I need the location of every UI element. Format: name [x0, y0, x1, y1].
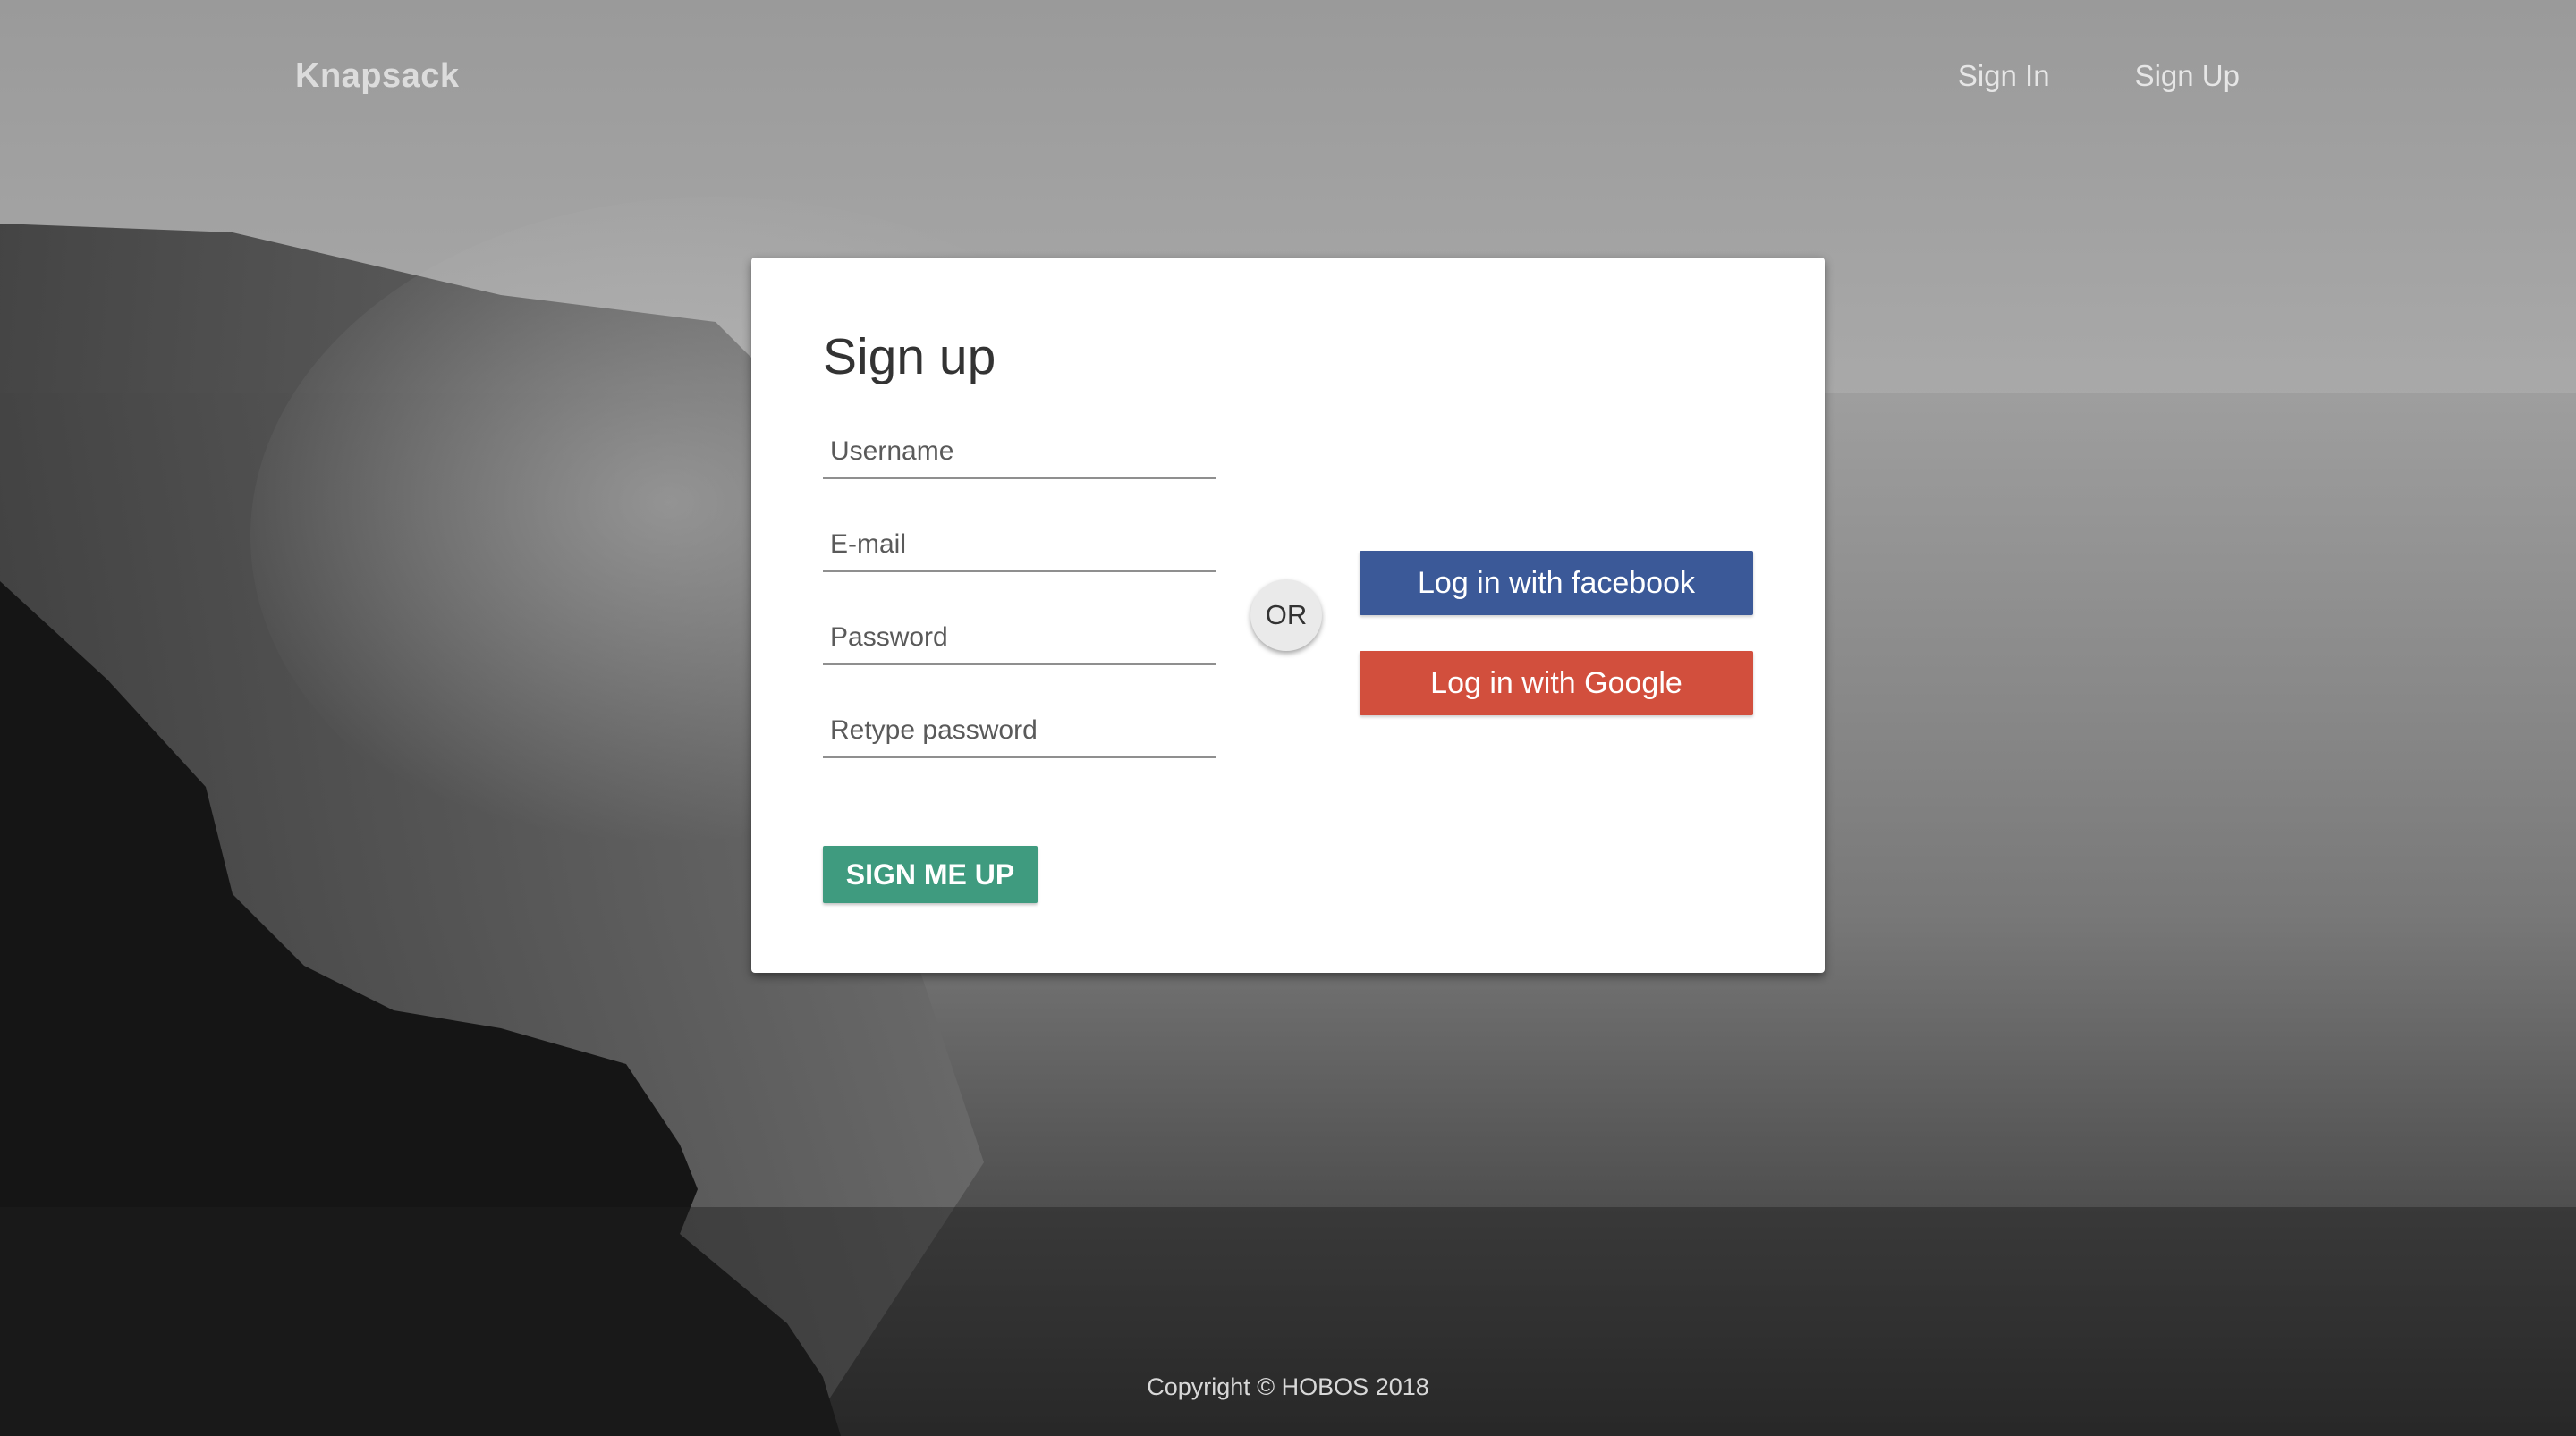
nav-sign-up-link[interactable]: Sign Up [2135, 59, 2240, 93]
sign-me-up-button[interactable]: SIGN ME UP [823, 846, 1038, 903]
page-title: Sign up [823, 328, 996, 385]
email-input[interactable] [823, 519, 1216, 572]
nav-sign-in-link[interactable]: Sign In [1958, 59, 2050, 93]
facebook-login-button[interactable]: Log in with facebook [1360, 551, 1753, 615]
password-input[interactable] [823, 612, 1216, 665]
retype-password-input[interactable] [823, 705, 1216, 758]
top-nav: Sign In Sign Up [1958, 59, 2240, 93]
footer-copyright: Copyright © HOBOS 2018 [1147, 1373, 1429, 1400]
username-input[interactable] [823, 426, 1216, 479]
brand-logo[interactable]: Knapsack [295, 57, 460, 96]
google-login-button[interactable]: Log in with Google [1360, 651, 1753, 715]
or-divider: OR [1250, 579, 1322, 651]
signup-card: Sign up SIGN ME UP OR Log in with facebo… [751, 258, 1825, 973]
